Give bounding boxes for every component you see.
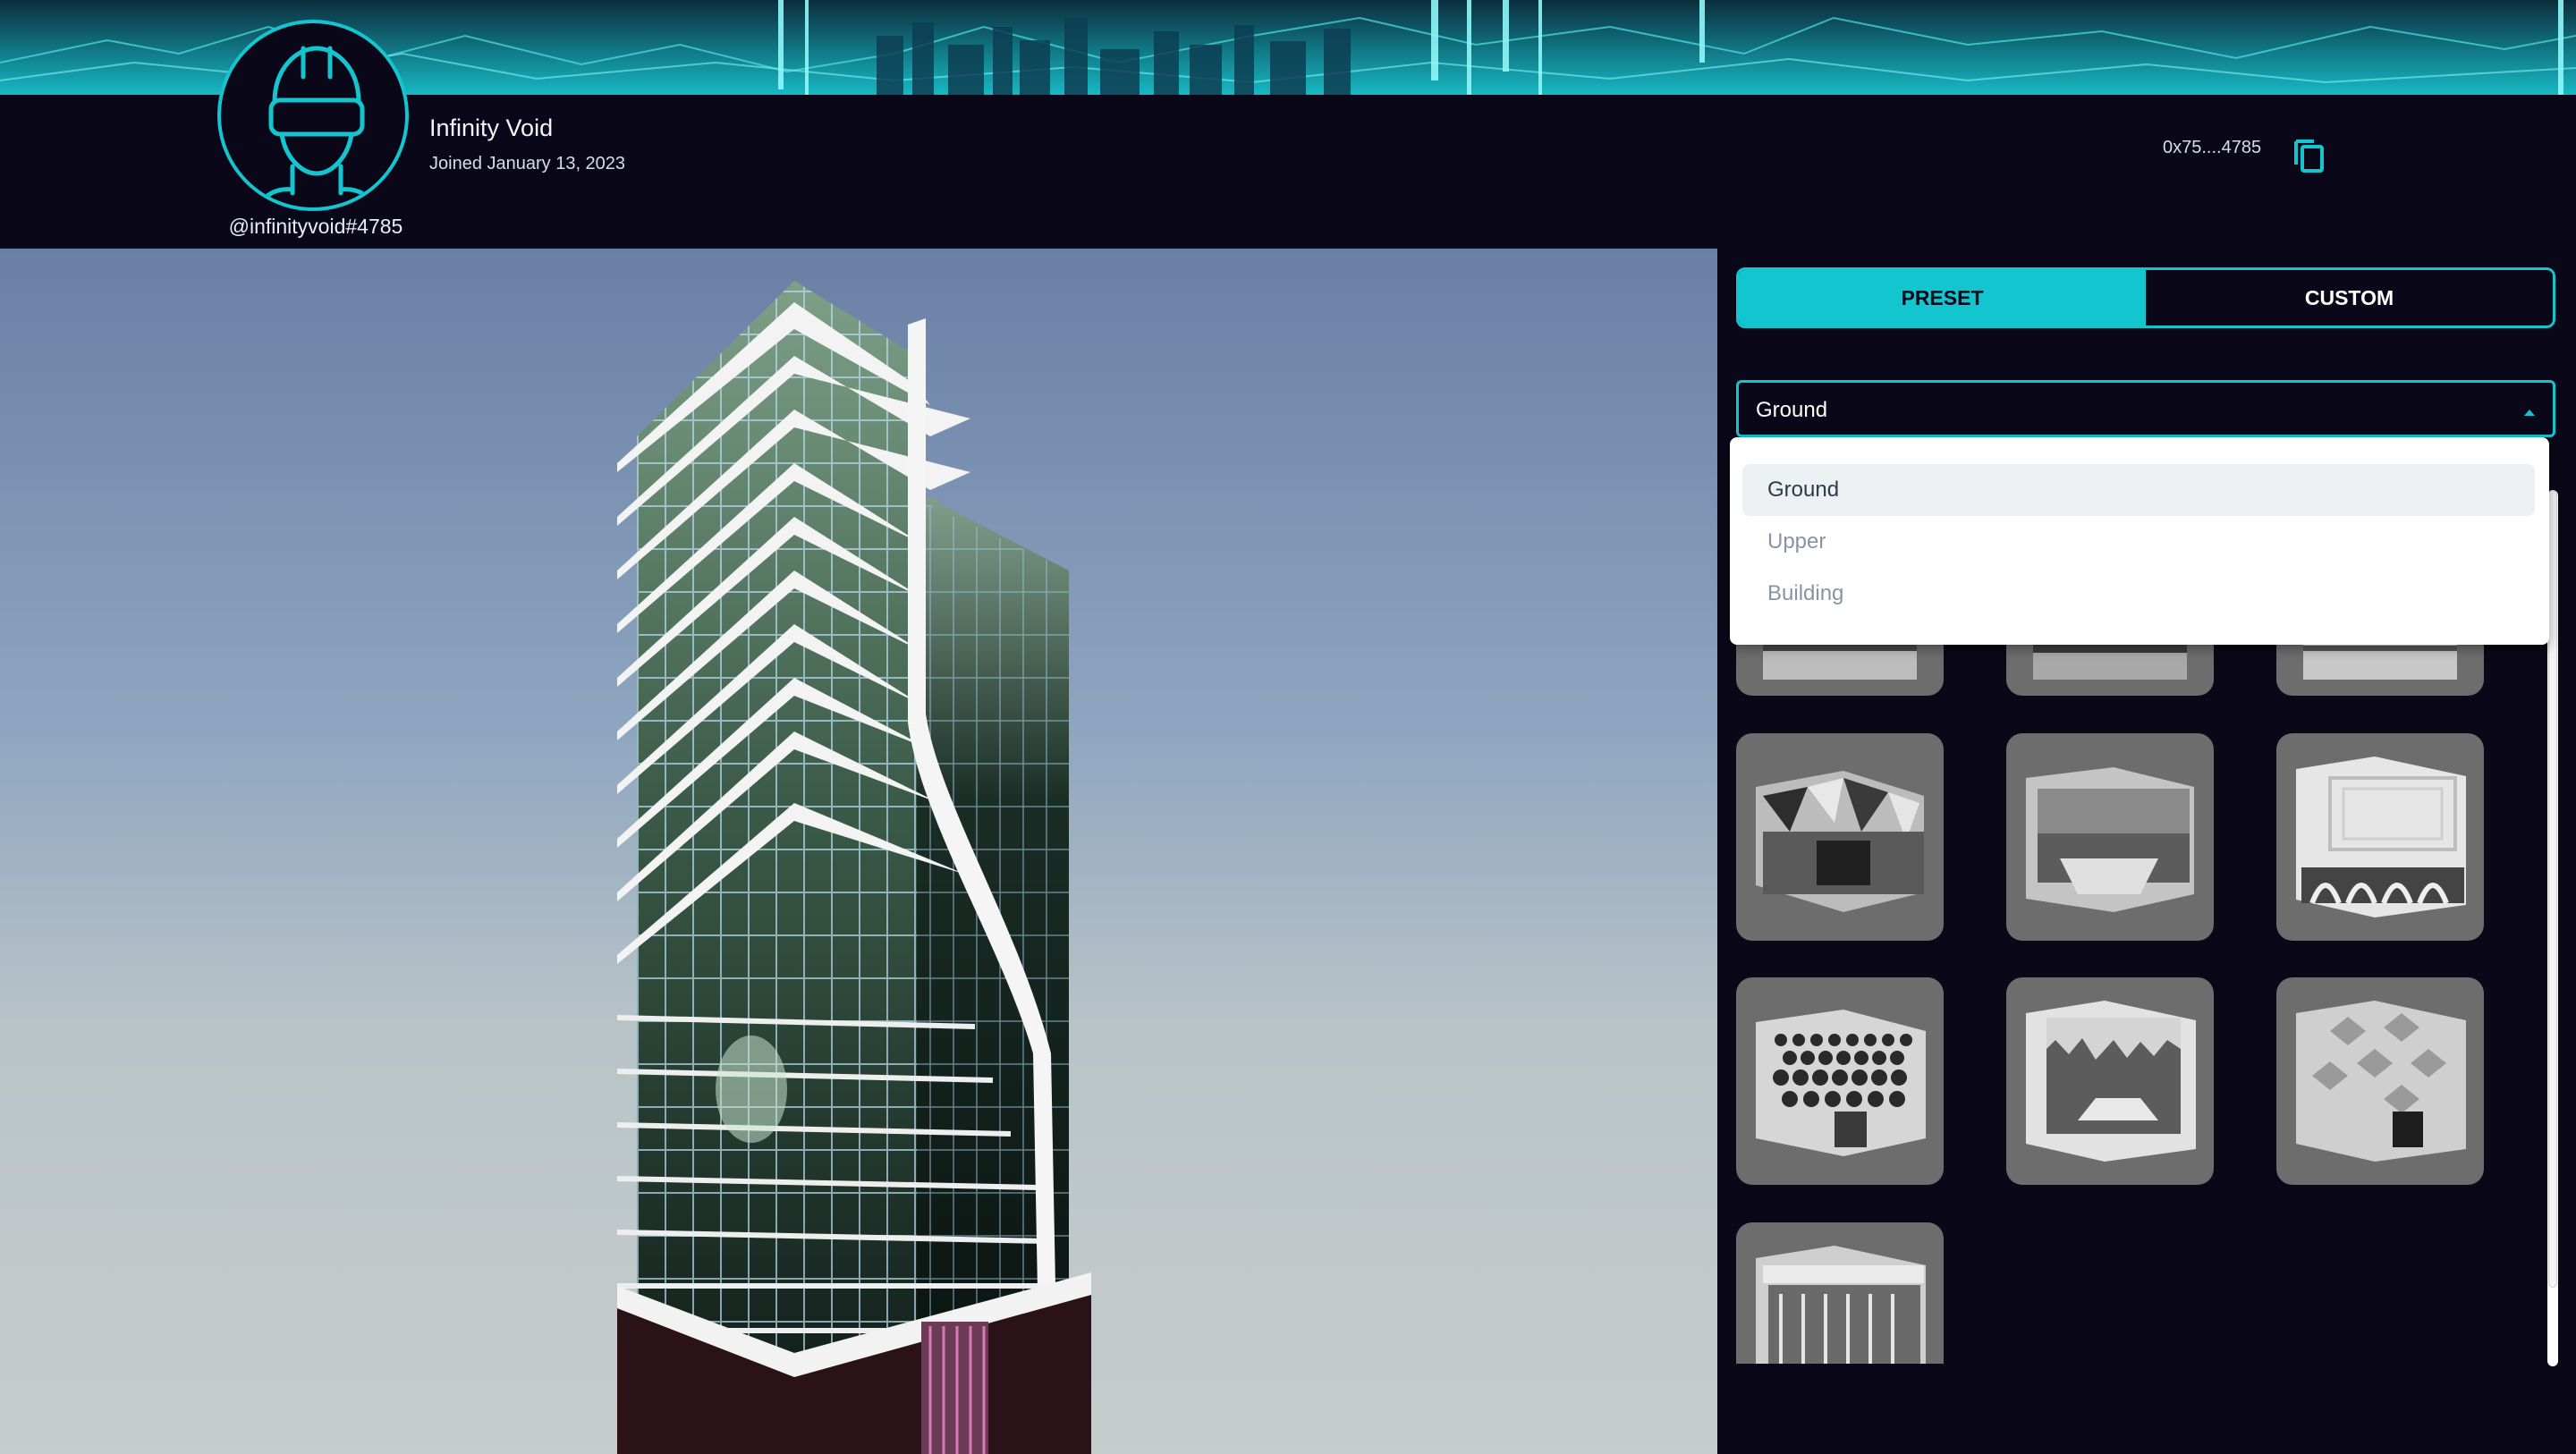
tab-preset[interactable]: PRESET: [1739, 270, 2146, 325]
caret-up-icon: [2524, 410, 2535, 416]
join-date: Joined January 13, 2023: [429, 154, 626, 173]
panel-scrollbar-thumb[interactable]: [2548, 490, 2557, 1288]
copy-icon[interactable]: [2291, 134, 2326, 173]
preset-tile-8[interactable]: [2006, 977, 2214, 1185]
select-value: Ground: [1756, 398, 1828, 422]
preset-tile-10[interactable]: [1736, 1222, 1944, 1364]
preset-tile-7[interactable]: [1736, 977, 1944, 1185]
option-upper[interactable]: Upper: [1742, 516, 2535, 568]
preset-custom-toggle: PRESET CUSTOM: [1736, 267, 2555, 328]
building-model: [616, 281, 1091, 1454]
preset-tile-9[interactable]: [2276, 977, 2484, 1185]
vr-headset-avatar-icon: [256, 46, 377, 207]
floor-type-select[interactable]: Ground: [1736, 380, 2555, 437]
preset-tile-6[interactable]: [2276, 733, 2484, 941]
tab-custom[interactable]: CUSTOM: [2146, 270, 2553, 325]
preset-tile-4[interactable]: [1736, 733, 1944, 941]
wallet-address: 0x75....4785: [2163, 138, 2262, 157]
building-3d-viewport[interactable]: [0, 249, 1717, 1454]
username-handle: @infinityvoid#4785: [228, 215, 403, 238]
option-ground[interactable]: Ground: [1742, 464, 2535, 516]
display-name: Infinity Void: [429, 114, 554, 141]
preset-tile-5[interactable]: [2006, 733, 2214, 941]
avatar[interactable]: [217, 20, 409, 211]
option-building[interactable]: Building: [1742, 568, 2535, 620]
floor-type-dropdown: Ground Upper Building: [1730, 437, 2549, 645]
